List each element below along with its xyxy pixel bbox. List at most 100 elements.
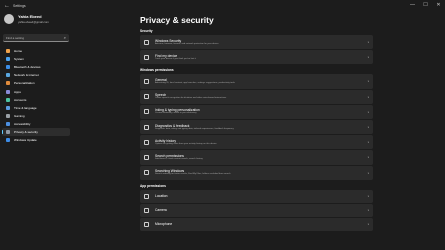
sidebar-item-accessibility[interactable]: Accessibility [2,120,70,128]
settings-card-camera[interactable]: Camera › [140,203,373,217]
settings-card-find-my-device[interactable]: Find my device Track your device if you t… [140,50,373,65]
shield-icon [144,39,149,45]
search-input[interactable]: Find a setting ⌕ [3,34,69,42]
sidebar-item-privacy-security[interactable]: Privacy & security [2,127,70,137]
sidebar-item-label: Gaming [14,113,25,118]
brush-icon [6,81,10,86]
card-description: Antivirus, browser, firewall, and networ… [155,42,219,45]
gaming-icon [6,113,10,118]
chevron-right-icon: › [367,94,369,100]
chevron-right-icon: › [367,78,369,84]
card-description: Options for getting more from your activ… [155,142,217,145]
main-content: Privacy & security Security Windows Secur… [140,12,373,231]
card-title: Microphone [155,222,173,227]
location-icon [144,193,149,199]
sidebar-item-label: Accessibility [14,121,31,126]
card-description: Online speech recognition for dictation … [155,97,227,100]
sidebar-item-apps[interactable]: Apps [2,87,70,95]
section-heading: Windows permissions [140,68,174,73]
sidebar-item-label: Accounts [14,97,27,102]
sidebar-item-bluetooth-devices[interactable]: Bluetooth & devices [2,63,70,71]
sidebar-item-label: Bluetooth & devices [14,65,41,70]
inking-icon [144,109,149,115]
network-icon [6,73,10,78]
maximize-button[interactable]: ☐ [419,0,432,10]
window-controls: — ☐ ✕ [406,0,445,10]
page-title: Privacy & security [140,15,214,25]
app-title: Settings [13,4,26,8]
profile-email: yahia.ebeed@gmail.com [18,20,49,24]
search-permissions-icon [144,154,149,160]
sidebar-item-label: Home [14,49,23,54]
sidebar-item-system[interactable]: System [2,55,70,63]
chevron-right-icon: › [367,54,369,60]
home-icon [6,49,10,54]
card-description: Diagnostic data, inking and typing data,… [155,127,234,130]
user-profile[interactable]: Yahia Ebeed yahia.ebeed@gmail.com [0,12,72,26]
accounts-icon [6,97,10,102]
sidebar-item-network-internet[interactable]: Network & internet [2,71,70,79]
card-description: Track your device if you think you've lo… [155,57,196,60]
shield-icon [6,129,10,134]
lock-icon [144,78,149,84]
profile-name: Yahia Ebeed [18,14,42,19]
settings-card-general[interactable]: General Advertising ID, local content, ap… [140,74,373,89]
card-title: Location [155,194,168,199]
close-button[interactable]: ✕ [432,0,445,10]
settings-card-location[interactable]: Location › [140,189,373,203]
card-description: SafeSearch, cloud content search, search… [155,157,203,160]
sidebar-nav: Home System Bluetooth & devices Network & i… [0,47,72,144]
settings-card-search-permissions[interactable]: Search permissions SafeSearch, cloud cont… [140,150,373,165]
sidebar-item-label: Privacy & security [14,129,38,134]
sidebar-item-accounts[interactable]: Accounts [2,96,70,104]
sidebar-item-label: Network & internet [14,73,39,78]
chevron-right-icon: › [367,193,369,199]
chevron-right-icon: › [367,154,369,160]
settings-card-speech[interactable]: Speech Online speech recognition for dict… [140,89,373,104]
sidebar-item-gaming[interactable]: Gaming [2,112,70,120]
search-icon[interactable]: ⌕ [64,35,66,40]
microphone-icon [144,221,149,227]
diagnostics-icon [144,124,149,130]
sidebar-item-time-language[interactable]: Time & language [2,104,70,112]
sidebar-item-label: Personalization [14,81,35,86]
camera-icon [144,207,149,213]
settings-card-activity-history[interactable]: Activity history Options for getting more… [140,135,373,150]
minimize-button[interactable]: — [406,0,419,10]
sidebar-item-label: Windows Update [14,138,37,143]
sidebar-item-home[interactable]: Home [2,47,70,55]
search-placeholder: Find a setting [6,35,25,40]
settings-card-microphone[interactable]: Microphone › [140,217,373,231]
section-heading: Security [140,29,153,33]
settings-card-windows-security[interactable]: Windows Security Antivirus, browser, fire… [140,35,373,50]
apps-icon [6,89,10,94]
card-description: Advertising ID, local content, app launc… [155,81,235,84]
avatar [4,14,14,24]
sidebar-item-label: Time & language [14,105,37,110]
speech-icon [144,94,149,100]
chevron-right-icon: › [367,221,369,227]
back-arrow-icon[interactable]: ← [2,1,12,11]
chevron-right-icon: › [367,39,369,45]
section-heading: App permissions [140,183,166,188]
settings-card-diagnostics-feedback[interactable]: Diagnostics & feedback Diagnostic data, i… [140,119,373,135]
update-icon [6,138,10,143]
settings-card-inking-typing-personalization[interactable]: Inking & typing personalization Custom di… [140,104,373,119]
system-icon [6,57,10,62]
card-description: Custom dictionary, words in your diction… [155,112,197,115]
chevron-right-icon: › [367,170,369,176]
sidebar-item-label: Apps [14,89,21,94]
time-language-icon [6,105,10,110]
sidebar-item-windows-update[interactable]: Windows Update [2,136,70,144]
card-title: Camera [155,208,167,213]
title-bar: ← Settings — ☐ ✕ [0,0,445,12]
history-icon [144,139,149,145]
search-windows-icon [144,170,149,176]
sidebar-item-personalization[interactable]: Personalization [2,79,70,87]
sidebar-item-label: System [14,57,25,62]
find-device-icon [144,54,149,60]
settings-card-searching-windows[interactable]: Searching Windows Search indexing for fas… [140,165,373,180]
chevron-right-icon: › [367,109,369,115]
chevron-right-icon: › [367,139,369,145]
sidebar: Yahia Ebeed yahia.ebeed@gmail.com Find a… [0,12,72,250]
